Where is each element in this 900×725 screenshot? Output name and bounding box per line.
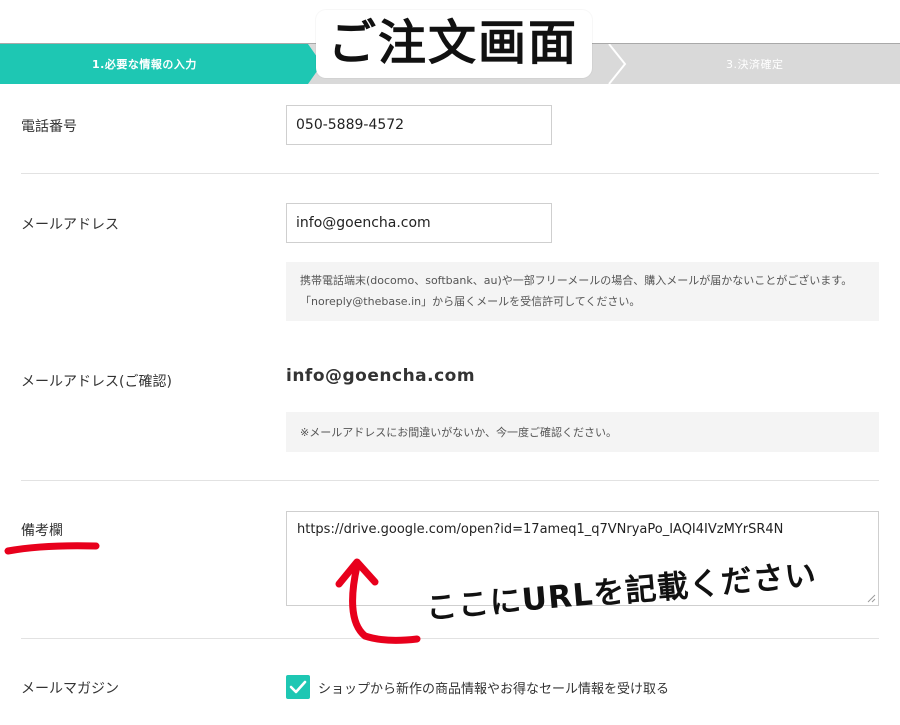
phone-input[interactable]: [286, 105, 552, 145]
newsletter-label: メールマガジン: [21, 681, 119, 697]
email-note: 携帯電話端末(docomo、softbank、au)や一部フリーメールの場合、購…: [286, 262, 879, 321]
divider: [21, 638, 879, 639]
email-confirm-note: ※メールアドレスにお間違いがないか、今一度ご確認ください。: [286, 412, 879, 452]
step-divider-chevron-icon: [608, 44, 627, 84]
email-confirm-value: info@goencha.com: [286, 366, 476, 386]
step-3-label: 3.決済確定: [726, 58, 784, 71]
red-underline-stroke: [4, 542, 100, 555]
email-label: メールアドレス: [21, 217, 119, 233]
overlay-title: ご注文画面: [316, 10, 593, 78]
divider: [21, 173, 879, 174]
email-input[interactable]: [286, 203, 552, 243]
newsletter-checkbox-label: ショップから新作の商品情報やお得なセール情報を受け取る: [318, 682, 670, 697]
red-arrow-icon: [335, 558, 421, 644]
order-page: 1.必要な情報の入力 3.決済確定 ご注文画面 電話番号 メールアドレス 携帯電…: [0, 0, 900, 725]
divider: [21, 480, 879, 481]
checkmark-icon: [289, 680, 307, 694]
step-1-label: 1.必要な情報の入力: [92, 58, 197, 71]
resize-grip-icon[interactable]: [866, 593, 876, 603]
newsletter-checkbox[interactable]: [286, 675, 310, 699]
step-1-active: 1.必要な情報の入力: [0, 44, 308, 84]
phone-label: 電話番号: [21, 119, 77, 135]
order-form: 電話番号 メールアドレス 携帯電話端末(docomo、softbank、au)や…: [0, 84, 900, 725]
email-confirm-label: メールアドレス(ご確認): [21, 374, 172, 390]
